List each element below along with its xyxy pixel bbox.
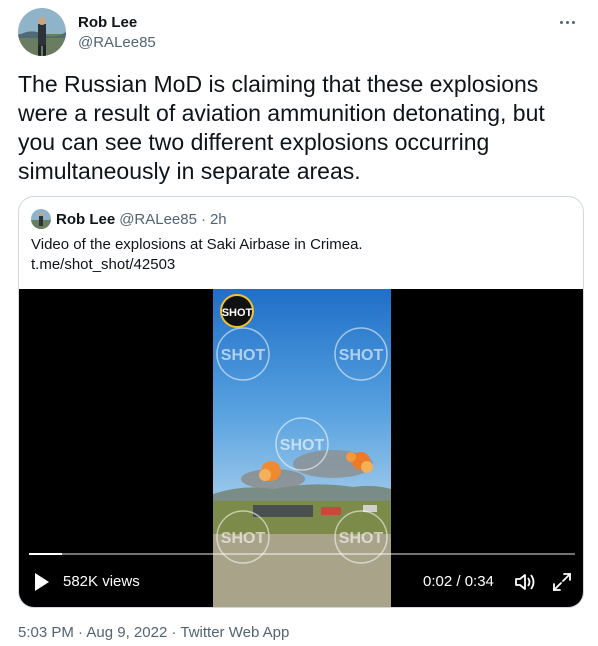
tweet-time[interactable]: 5:03 PM — [18, 624, 74, 641]
tweet-text: The Russian MoD is claiming that these e… — [18, 71, 545, 184]
fullscreen-icon[interactable] — [551, 571, 573, 593]
quoted-tweet-body: Video of the explosions at Saki Airbase … — [31, 236, 363, 253]
quoted-tweet-link[interactable]: t.me/shot_shot/42503 — [31, 255, 571, 275]
video-progress-fill — [29, 553, 62, 555]
separator-dot: · — [78, 624, 84, 641]
tweet-metadata: 5:03 PM · Aug 9, 2022 · Twitter Web App — [18, 624, 289, 641]
separator-dot: · — [171, 624, 177, 641]
play-icon[interactable] — [33, 571, 51, 593]
shot-watermark: SHOT — [339, 347, 384, 364]
video-time: 0:02 / 0:34 — [423, 573, 494, 590]
shot-logo: SHOT — [222, 307, 253, 319]
shot-watermark: SHOT — [280, 437, 325, 454]
shot-watermark: SHOT — [339, 530, 384, 547]
quoted-author-handle: @RALee85 — [119, 210, 197, 228]
separator-dot: · — [200, 210, 206, 228]
tweet-date[interactable]: Aug 9, 2022 — [86, 624, 167, 641]
quoted-author-name: Rob Lee — [56, 210, 116, 228]
quoted-author-avatar — [31, 209, 51, 229]
author-handle[interactable]: @RALee85 — [78, 33, 156, 53]
video-views: 582K views — [63, 573, 140, 590]
shot-watermark: SHOT — [221, 530, 266, 547]
author-name[interactable]: Rob Lee — [78, 14, 156, 32]
author-avatar[interactable] — [18, 8, 66, 56]
volume-icon[interactable] — [513, 571, 537, 593]
tweet-header: Rob Lee @RALee85 — [18, 8, 584, 58]
quoted-tweet-time: 2h — [209, 210, 227, 228]
video-player[interactable]: SHOT SHOT SHOT SHOT SHOT SHOT 582K views… — [19, 289, 583, 607]
quoted-tweet-text: Video of the explosions at Saki Airbase … — [31, 235, 571, 275]
tweet-source[interactable]: Twitter Web App — [180, 624, 289, 641]
shot-watermark: SHOT — [221, 347, 266, 364]
quoted-tweet-header: Rob Lee @RALee85 · 2h — [31, 209, 227, 229]
video-frame: SHOT SHOT SHOT SHOT SHOT SHOT — [213, 289, 391, 607]
more-options-icon[interactable] — [556, 12, 580, 32]
video-progress-bar[interactable] — [29, 553, 575, 555]
quoted-tweet[interactable]: Rob Lee @RALee85 · 2h Video of the explo… — [18, 196, 584, 608]
